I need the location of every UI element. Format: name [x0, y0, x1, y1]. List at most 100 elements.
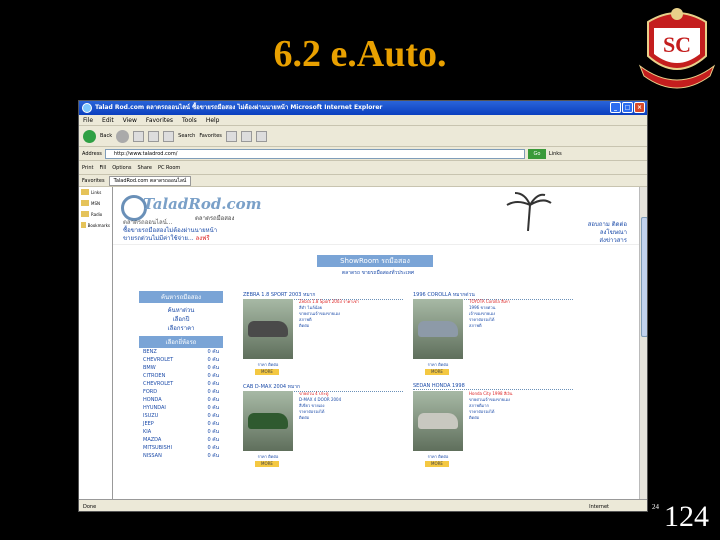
scrollbar-thumb[interactable]: [641, 217, 647, 337]
history-icon[interactable]: [225, 130, 237, 142]
minimize-button[interactable]: _: [610, 102, 621, 113]
more-button[interactable]: MORE: [425, 461, 449, 467]
search-menu-links: ค้นหาด่วน เลือกปี เลือกราคา: [139, 303, 223, 336]
menu-link[interactable]: เลือกราคา: [139, 324, 223, 333]
showroom-button[interactable]: ShowRoom รถมือสอง: [317, 255, 433, 267]
print-icon[interactable]: [255, 130, 267, 142]
page-number: 124: [664, 500, 709, 533]
brand-row[interactable]: ISUZU 0 คัน: [139, 412, 223, 420]
listing-description: Honda City 1998 สีเงิน ขายด่วนเจ้าของขายเ…: [469, 391, 513, 420]
brand-row[interactable]: MITSUBISHI 0 คัน: [139, 444, 223, 452]
menu-help[interactable]: Help: [206, 115, 220, 125]
brand-row[interactable]: HYUNDAI 0 คัน: [139, 404, 223, 412]
car-photo[interactable]: [413, 299, 463, 359]
listing-price: ราคา ติดต่อ: [427, 454, 449, 459]
brand-row[interactable]: NISSAN 0 คัน: [139, 452, 223, 460]
favorites-item[interactable]: MSN: [81, 200, 110, 206]
status-text: Done: [83, 504, 97, 510]
car-photo[interactable]: [243, 299, 293, 359]
brand-count: 0 คัน: [207, 397, 219, 403]
brand-row[interactable]: KIA 0 คัน: [139, 428, 223, 436]
brand-row[interactable]: BENZ 0 คัน: [139, 348, 223, 356]
search-button[interactable]: Search: [178, 133, 195, 139]
brand-name: MAZDA: [143, 437, 162, 443]
forward-button[interactable]: [116, 129, 130, 143]
link-options[interactable]: Options: [112, 165, 131, 171]
more-button[interactable]: MORE: [425, 369, 449, 375]
links-label[interactable]: Links: [549, 151, 562, 157]
tab-taladrod[interactable]: TaladRod.com ตลาดรถออนไลน์: [108, 175, 192, 186]
more-button[interactable]: MORE: [255, 369, 279, 375]
brand-count: 0 คัน: [207, 437, 219, 443]
home-icon[interactable]: [163, 130, 175, 142]
favorites-item[interactable]: Bookmarks: [81, 222, 110, 228]
car-image-icon: [418, 413, 458, 429]
brand-count: 0 คัน: [207, 349, 219, 355]
left-menu: ค้นหารถมือสอง ค้นหาด่วน เลือกปี เลือกราค…: [139, 291, 223, 460]
folder-icon: [81, 222, 86, 228]
brand-row[interactable]: BMW 0 คัน: [139, 364, 223, 372]
link-pc-room[interactable]: PC Room: [158, 165, 180, 171]
browser-content: Links MSN Radio Bookmarks TaladRod.com ต…: [79, 187, 647, 499]
favorites-tab-label[interactable]: Favorites: [82, 178, 105, 184]
search-menu-heading: ค้นหารถมือสอง: [139, 291, 223, 303]
car-listing[interactable]: CAB D-MAX 2004 หมาก ราคา ติดต่อ MORE ขายด่ว…: [243, 383, 403, 471]
menu-link[interactable]: ค้นหาด่วน: [139, 306, 223, 315]
menu-tools[interactable]: Tools: [182, 115, 197, 125]
small-page-number: 24: [652, 503, 659, 511]
brand-count: 0 คัน: [207, 445, 219, 451]
brand-name: HONDA: [143, 397, 162, 403]
brand-row[interactable]: HONDA 0 คัน: [139, 396, 223, 404]
brand-row[interactable]: CHEVROLET 0 คัน: [139, 380, 223, 388]
close-button[interactable]: ×: [634, 102, 645, 113]
brand-count: 0 คัน: [207, 429, 219, 435]
menu-link[interactable]: เลือกปี: [139, 315, 223, 324]
stop-icon[interactable]: [133, 130, 145, 142]
car-listing[interactable]: ZEBRA 1.8 SPORT 2003 หมาก ราคา ติดต่อ MORE…: [243, 291, 403, 379]
status-bar: Done Internet: [79, 499, 647, 511]
car-listing[interactable]: 1996 COROLLA หมากด่วน ราคา ติดต่อ MORE TOYO…: [413, 291, 573, 379]
favorites-item[interactable]: Links: [81, 189, 110, 195]
back-button[interactable]: [83, 129, 96, 143]
listing-title[interactable]: SEDAN HONDA 1998: [413, 383, 573, 390]
menu-edit[interactable]: Edit: [102, 115, 114, 125]
free-post-link[interactable]: ลงฟรี: [196, 235, 210, 242]
brand-row[interactable]: CHEVROLET 0 คัน: [139, 356, 223, 364]
brand-count: 0 คัน: [207, 453, 219, 459]
status-zone: Internet: [589, 504, 609, 510]
back-label: Back: [100, 133, 113, 139]
brand-row[interactable]: JEEP 0 คัน: [139, 420, 223, 428]
brand-name: KIA: [143, 429, 152, 435]
go-button[interactable]: Go: [527, 148, 546, 159]
favorites-button[interactable]: Favorites: [199, 133, 222, 139]
menu-file[interactable]: File: [83, 115, 93, 125]
car-photo[interactable]: [413, 391, 463, 451]
vertical-scrollbar[interactable]: [639, 187, 647, 499]
brand-row[interactable]: FORD 0 คัน: [139, 388, 223, 396]
car-listing[interactable]: SEDAN HONDA 1998 ราคา ติดต่อ MORE Honda Cit…: [413, 383, 573, 471]
favorites-item[interactable]: Radio: [81, 211, 110, 217]
brand-row[interactable]: MAZDA 0 คัน: [139, 436, 223, 444]
mail-icon[interactable]: [240, 130, 252, 142]
browser-titlebar: Talad Rod.com ตลาดรถออนไลน์ ซื้อขายรถมือ…: [79, 101, 647, 115]
folder-icon: [81, 189, 89, 195]
menu-favorites[interactable]: Favorites: [146, 115, 173, 125]
link-print[interactable]: Print: [82, 165, 94, 171]
listing-description: ขายด่วน 4 ประตู D-MAX 4 DOOR 2004 สีเขียว …: [299, 391, 342, 420]
more-button[interactable]: MORE: [255, 461, 279, 467]
maximize-button[interactable]: □: [622, 102, 633, 113]
link-share[interactable]: Share: [138, 165, 152, 171]
refresh-icon[interactable]: [148, 130, 160, 142]
menu-view[interactable]: View: [123, 115, 137, 125]
address-input[interactable]: http://www.taladrod.com/: [104, 148, 525, 159]
brand-count: 0 คัน: [207, 357, 219, 363]
listing-description: TOYOTA Corolla สีเทา 1996 ขายด่วน เจ้าของข…: [469, 299, 510, 328]
favorites-panel: Links MSN Radio Bookmarks: [79, 187, 113, 499]
car-image-icon: [248, 321, 288, 337]
brand-row[interactable]: CITROEN 0 คัน: [139, 372, 223, 380]
site-logo[interactable]: TaladRod.com: [143, 195, 262, 213]
link-fill[interactable]: Fill: [100, 165, 107, 171]
car-photo[interactable]: [243, 391, 293, 451]
browser-screenshot: Talad Rod.com ตลาดรถออนไลน์ ซื้อขายรถมือ…: [78, 100, 648, 512]
folder-icon: [81, 211, 89, 217]
